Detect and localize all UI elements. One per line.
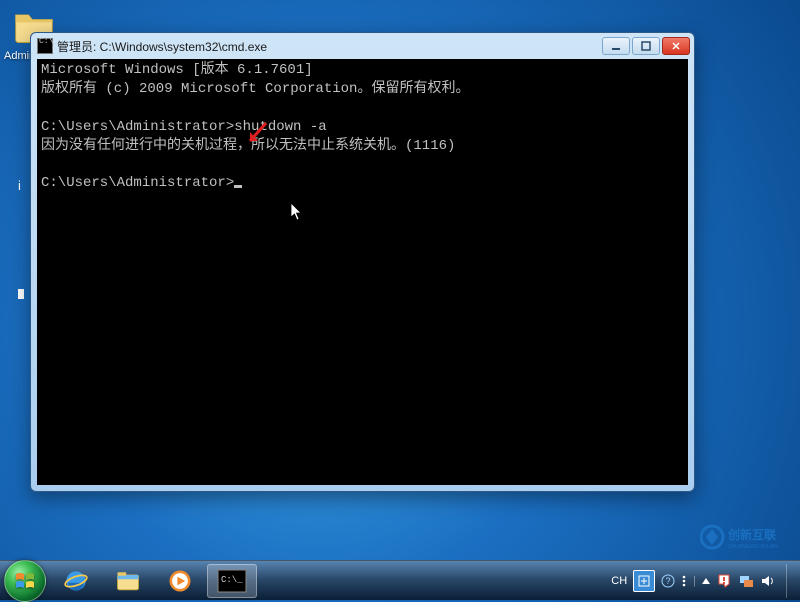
taskbar-media-player[interactable] bbox=[155, 564, 205, 598]
close-button[interactable] bbox=[662, 37, 690, 55]
tray-expand-button[interactable] bbox=[702, 578, 710, 584]
ime-options-icon[interactable] bbox=[681, 574, 687, 588]
terminal-output[interactable]: Microsoft Windows [版本 6.1.7601] 版权所有 (c)… bbox=[37, 59, 688, 485]
taskbar-explorer[interactable] bbox=[103, 564, 153, 598]
tray-sep: | bbox=[693, 575, 696, 587]
volume-icon[interactable] bbox=[760, 573, 776, 589]
action-center-icon[interactable] bbox=[716, 573, 732, 589]
maximize-icon bbox=[641, 41, 651, 51]
help-icon[interactable]: ? bbox=[661, 574, 675, 588]
mouse-pointer-icon bbox=[290, 202, 304, 222]
cmd-window: 管理员: C:\Windows\system32\cmd.exe Microso… bbox=[30, 32, 695, 492]
svg-text:创新互联: 创新互联 bbox=[727, 527, 776, 542]
watermark-logo: 创新互联 CHUANGXIN HULIAN bbox=[700, 523, 796, 556]
window-title: 管理员: C:\Windows\system32\cmd.exe bbox=[57, 38, 267, 55]
edge-text-1: i bbox=[18, 178, 21, 193]
term-prompt-2: C:\Users\Administrator> bbox=[41, 175, 234, 191]
taskbar-cmd[interactable]: C:\_ bbox=[207, 564, 257, 598]
taskbar-ie[interactable] bbox=[51, 564, 101, 598]
svg-text:?: ? bbox=[666, 576, 671, 586]
ime-indicator[interactable]: CH bbox=[611, 575, 627, 587]
network-icon[interactable] bbox=[738, 573, 754, 589]
annotation-arrow-icon bbox=[246, 119, 272, 145]
terminal-cursor bbox=[234, 185, 242, 188]
ie-icon bbox=[62, 567, 90, 595]
ime-button[interactable] bbox=[633, 570, 655, 592]
term-prompt-1: C:\Users\Administrator> bbox=[41, 119, 234, 135]
media-player-icon bbox=[166, 567, 194, 595]
svg-text:CHUANGXIN HULIAN: CHUANGXIN HULIAN bbox=[728, 544, 778, 550]
explorer-icon bbox=[114, 567, 142, 595]
minimize-button[interactable] bbox=[602, 37, 630, 55]
cmd-taskbar-icon: C:\_ bbox=[217, 569, 247, 593]
term-line-version: Microsoft Windows [版本 6.1.7601] bbox=[41, 62, 313, 78]
ime-icon bbox=[637, 574, 651, 588]
close-icon bbox=[671, 41, 681, 51]
term-line-copyright: 版权所有 (c) 2009 Microsoft Corporation。保留所有… bbox=[41, 81, 469, 97]
edge-mark-2 bbox=[18, 289, 24, 299]
taskbar: C:\_ CH ? | bbox=[0, 560, 800, 600]
svg-text:C:\_: C:\_ bbox=[221, 575, 243, 585]
system-tray: CH ? | bbox=[611, 564, 796, 598]
titlebar[interactable]: 管理员: C:\Windows\system32\cmd.exe bbox=[31, 33, 694, 59]
minimize-icon bbox=[611, 41, 621, 51]
show-desktop-button[interactable] bbox=[786, 564, 796, 598]
cmd-icon bbox=[37, 38, 53, 54]
start-button[interactable] bbox=[4, 560, 46, 602]
windows-logo-icon bbox=[13, 569, 37, 593]
maximize-button[interactable] bbox=[632, 37, 660, 55]
